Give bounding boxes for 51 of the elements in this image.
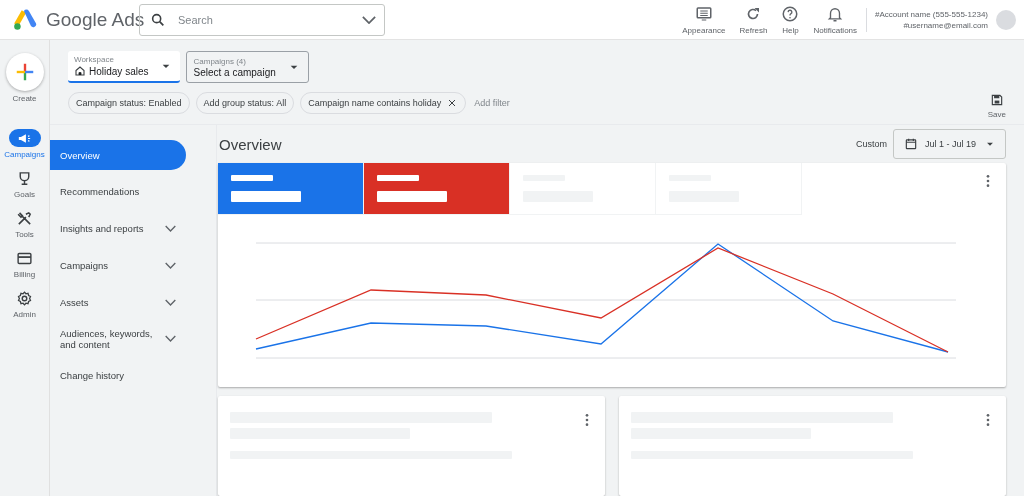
help-icon bbox=[781, 4, 800, 23]
gear-icon bbox=[16, 289, 33, 307]
dropdown[interactable]: Campaigns (4) Select a campaign bbox=[186, 51, 309, 83]
chevron-down-icon bbox=[165, 225, 176, 233]
nav-item[interactable]: Overview bbox=[50, 140, 186, 170]
nav-item[interactable]: Audiences, keywords, and content bbox=[50, 324, 186, 354]
rail-item[interactable]: Admin bbox=[8, 289, 41, 319]
home-icon bbox=[74, 65, 86, 77]
monitor-icon bbox=[694, 4, 713, 23]
placeholder-bar bbox=[231, 175, 273, 181]
chevron-down-icon bbox=[165, 335, 176, 343]
metric-tile[interactable] bbox=[510, 163, 656, 215]
chevron-down-icon[interactable] bbox=[362, 15, 376, 24]
date-preset-label: Custom bbox=[855, 139, 887, 149]
toolbar-button[interactable]: Notifications bbox=[810, 4, 861, 35]
nav-item[interactable]: Recommendations bbox=[50, 176, 186, 207]
chevron-down-icon bbox=[165, 261, 176, 269]
save-button[interactable]: Save bbox=[987, 93, 1006, 119]
nav-item[interactable]: Assets bbox=[50, 287, 186, 318]
nav-item[interactable]: Campaigns bbox=[50, 250, 186, 281]
date-range-dropdown[interactable]: Jul 1 - Jul 19 bbox=[892, 129, 1006, 159]
filter-chip[interactable]: Campaign name contains holiday bbox=[300, 92, 467, 114]
page-title: Overview bbox=[219, 135, 282, 153]
metric-tile[interactable] bbox=[364, 163, 510, 215]
metric-tile[interactable] bbox=[218, 163, 364, 215]
account-email: #username@email.com bbox=[902, 19, 988, 31]
account-name: #Account name (555-555-1234) bbox=[875, 8, 988, 20]
calendar-icon bbox=[903, 137, 918, 151]
placeholder-bar bbox=[377, 175, 419, 181]
create-button[interactable] bbox=[5, 53, 44, 91]
rail-item[interactable]: Campaigns bbox=[4, 129, 45, 159]
nav-item[interactable]: Insights and reports bbox=[50, 213, 186, 244]
toolbar-button[interactable]: Help bbox=[778, 4, 803, 35]
create-label: Create bbox=[12, 94, 37, 103]
nav-item[interactable]: Change history bbox=[50, 360, 186, 391]
add-filter-link[interactable]: Add filter bbox=[474, 98, 510, 108]
chevron-down-icon bbox=[165, 298, 176, 306]
filter-chip[interactable]: Campaign status: Enabled bbox=[68, 92, 190, 114]
search-input[interactable]: Search bbox=[176, 12, 352, 27]
dropdown[interactable]: Workspace Holiday sales bbox=[68, 51, 181, 83]
placeholder-bar bbox=[377, 190, 447, 202]
tools-icon bbox=[16, 209, 33, 227]
placeholder-bar bbox=[231, 190, 301, 202]
rail-item[interactable]: Billing bbox=[8, 249, 41, 279]
search-icon bbox=[150, 11, 166, 28]
toolbar-button[interactable]: Refresh bbox=[736, 4, 771, 35]
save-icon bbox=[989, 93, 1004, 107]
toolbar-button[interactable]: Appearance bbox=[679, 4, 729, 35]
filter-chip[interactable]: Add group status: All bbox=[195, 92, 295, 114]
rail-item[interactable]: Tools bbox=[8, 209, 41, 239]
rail-item[interactable]: Goals bbox=[8, 169, 41, 199]
